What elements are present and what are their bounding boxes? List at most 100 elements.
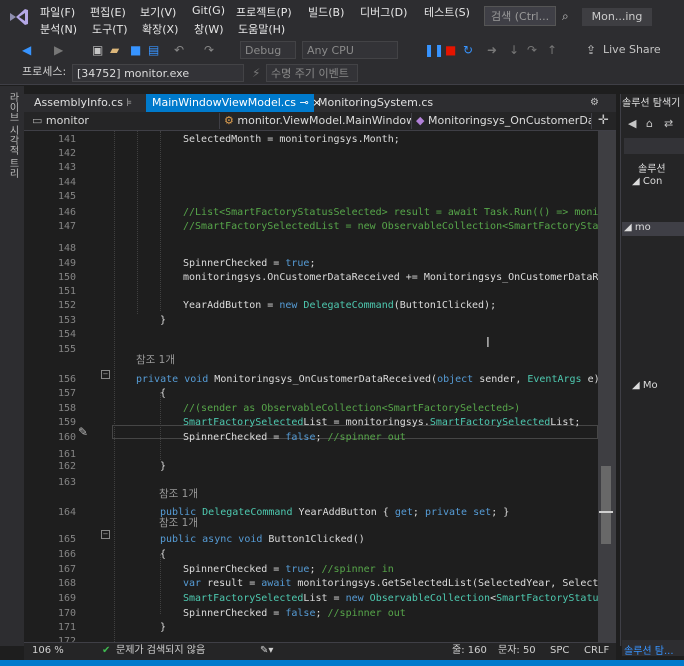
- menu-file[interactable]: 파일(F): [40, 4, 75, 20]
- split-editor-icon[interactable]: ✛: [598, 113, 609, 129]
- sync-icon[interactable]: ⇄: [664, 116, 673, 132]
- line-number: 167: [57, 564, 76, 575]
- class-select[interactable]: ⚙ monitor.ViewModel.MainWindow: [220, 113, 412, 129]
- project-node-mo2[interactable]: ◢ Mo: [632, 380, 684, 391]
- column-status: 문자: 50: [498, 645, 536, 656]
- menu-analyze[interactable]: 분석(N): [40, 21, 77, 37]
- code-line: {: [160, 549, 167, 560]
- project-select[interactable]: ▭ monitor: [28, 113, 220, 129]
- solution-explorer-title: 솔루션 탐색기: [622, 98, 681, 109]
- stop-icon[interactable]: ■: [445, 42, 456, 58]
- code-line: }: [160, 315, 167, 326]
- step-over-icon[interactable]: ↷: [527, 42, 537, 58]
- save-icon[interactable]: ■: [130, 42, 141, 58]
- tab-monitoringsystem[interactable]: MonitoringSystem.cs: [312, 94, 439, 112]
- pause-icon[interactable]: ❚❚: [424, 42, 444, 58]
- line-number: 146: [57, 207, 76, 218]
- check-circle-icon: ✔: [102, 645, 111, 656]
- menu-build[interactable]: 빌드(B): [308, 4, 344, 20]
- menu-test[interactable]: 테스트(S): [424, 4, 470, 20]
- codelens-references[interactable]: 참조 1개: [136, 352, 175, 367]
- restart-icon[interactable]: ↻: [463, 42, 473, 58]
- pin-icon[interactable]: ⊸: [300, 96, 309, 109]
- line-number: 165: [57, 534, 76, 545]
- code-line: }: [160, 461, 167, 472]
- code-line: SpinnerChecked = true; //spinner in: [183, 564, 394, 575]
- line-number: 154: [57, 329, 76, 340]
- live-visual-tree-tab[interactable]: 라이브 시각적 트리: [4, 92, 20, 178]
- settings-gear-icon[interactable]: ⚙: [590, 95, 599, 111]
- code-line: var result = await monitoringsys.GetSele…: [183, 578, 605, 589]
- menu-project[interactable]: 프로젝트(P): [236, 4, 292, 20]
- vertical-scrollbar[interactable]: [598, 131, 616, 642]
- brush-icon[interactable]: ✎▾: [260, 643, 273, 659]
- project-node-mo[interactable]: ◢ mo: [624, 222, 684, 233]
- menu-debug[interactable]: 디버그(D): [360, 4, 407, 20]
- new-project-icon[interactable]: ▣: [92, 42, 103, 58]
- line-number: 164: [57, 507, 76, 518]
- tab-label: MainWindowViewModel.cs: [152, 96, 297, 109]
- process-select[interactable]: [34752] monitor.exe: [72, 64, 244, 82]
- standard-toolbar: ◀ ▶ ▣ ▰ ■ ▤ ↶ ↷ Debug Any CPU ❚❚ ■ ↻ ➜ ↓…: [0, 38, 684, 62]
- line-number: 144: [57, 177, 76, 188]
- search-input[interactable]: 검색 (Ctrl...: [484, 6, 556, 26]
- line-number: 155: [57, 344, 76, 355]
- menu-view[interactable]: 보기(V): [140, 4, 176, 20]
- step-out-icon[interactable]: ↑: [547, 42, 557, 58]
- menu-edit[interactable]: 편집(E): [90, 4, 126, 20]
- menu-git[interactable]: Git(G): [192, 4, 225, 17]
- line-number: 147: [57, 221, 76, 232]
- zoom-level[interactable]: 106 %: [32, 643, 64, 659]
- tab-mainwindowviewmodel[interactable]: MainWindowViewModel.cs ⊸ ×: [146, 94, 321, 112]
- platform-select[interactable]: Any CPU: [302, 41, 398, 59]
- undo-icon[interactable]: ↶: [174, 42, 184, 58]
- home-icon[interactable]: ⌂: [646, 116, 653, 132]
- live-share-button[interactable]: Live Share: [603, 42, 661, 58]
- menu-tools[interactable]: 도구(T): [92, 21, 128, 37]
- issues-status[interactable]: 문제가 검색되지 않음: [116, 643, 205, 659]
- pin-icon[interactable]: ⊧: [126, 96, 132, 109]
- menu-help[interactable]: 도움말(H): [238, 21, 285, 37]
- save-all-icon[interactable]: ▤: [148, 42, 159, 58]
- member-select[interactable]: ◆ Monitoringsys_OnCustomerDataR: [412, 113, 592, 129]
- step-into-icon[interactable]: ↓: [509, 42, 519, 58]
- project-name: monitor: [45, 114, 89, 127]
- redo-icon[interactable]: ↷: [204, 42, 214, 58]
- line-number: 150: [57, 272, 76, 283]
- back-icon[interactable]: ◀: [628, 116, 636, 132]
- back-icon[interactable]: ◀: [22, 42, 31, 58]
- configuration-select[interactable]: Debug: [240, 41, 296, 59]
- line-number: 149: [57, 258, 76, 269]
- line-number: 163: [57, 477, 76, 488]
- tab-assemblyinfo[interactable]: AssemblyInfo.cs ⊧: [28, 94, 138, 112]
- solution-search-input[interactable]: [624, 138, 684, 154]
- solution-explorer-tab[interactable]: 솔루션 탐...: [624, 642, 684, 657]
- collapse-toggle[interactable]: −: [101, 370, 110, 379]
- indent-guide: [114, 131, 115, 642]
- scrollbar-thumb[interactable]: [601, 466, 611, 544]
- line-number-status: 줄: 160: [452, 645, 487, 656]
- code-line: private void Monitoringsys_OnCustomerDat…: [136, 374, 600, 385]
- lifecycle-events-select[interactable]: 수명 주기 이벤트: [266, 64, 358, 82]
- menu-window[interactable]: 창(W): [194, 21, 224, 37]
- line-number: 171: [57, 622, 76, 633]
- live-share-icon[interactable]: ⇪: [586, 42, 596, 58]
- window-title: Mon...ing: [582, 8, 652, 26]
- class-name: monitor.ViewModel.MainWindow: [237, 114, 412, 127]
- class-icon: ⚙: [224, 114, 234, 127]
- codelens-references[interactable]: 참조 1개: [159, 515, 198, 530]
- open-folder-icon[interactable]: ▰: [110, 42, 119, 58]
- debug-location-toolbar: 프로세스: [34752] monitor.exe ⚡ 수명 주기 이벤트: [0, 62, 684, 85]
- forward-icon[interactable]: ▶: [54, 42, 63, 58]
- search-icon[interactable]: ⌕: [562, 8, 569, 24]
- menu-extensions[interactable]: 확장(X): [142, 21, 178, 37]
- code-line: SpinnerChecked = false; //spinner out: [183, 432, 406, 443]
- show-next-statement-icon[interactable]: ➜: [487, 42, 497, 58]
- scroll-position-marker: [599, 511, 613, 513]
- collapse-toggle[interactable]: −: [101, 530, 110, 539]
- project-node-con[interactable]: ◢ Con: [632, 176, 684, 187]
- project-node-label: Con: [642, 176, 663, 187]
- tab-label: AssemblyInfo.cs: [34, 96, 123, 109]
- solution-node[interactable]: 솔루션: [638, 160, 684, 175]
- codelens-references[interactable]: 참조 1개: [159, 486, 198, 501]
